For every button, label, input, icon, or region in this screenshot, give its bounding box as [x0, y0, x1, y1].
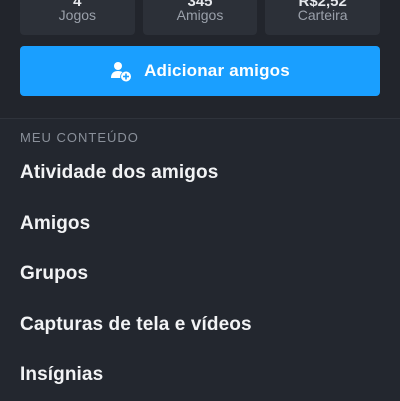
stat-games[interactable]: 4 Jogos [20, 0, 135, 35]
menu-item-screenshots-videos[interactable]: Capturas de tela e vídeos [0, 300, 400, 351]
stat-wallet[interactable]: R$2,52 Carteira [265, 0, 381, 35]
menu-item-label: Atividade dos amigos [20, 162, 219, 184]
menu-item-label: Insígnias [20, 364, 104, 386]
menu-item-groups[interactable]: Grupos [0, 249, 400, 300]
menu-item-friends[interactable]: Amigos [0, 199, 400, 250]
profile-summary: 4 Jogos 345 Amigos R$2,52 Carteira Adici… [0, 0, 400, 118]
section-header: MEU CONTEÚDO [20, 130, 139, 145]
section-divider [0, 118, 400, 119]
content-menu: Atividade dos amigos Amigos Grupos Captu… [0, 148, 400, 401]
stat-games-label: Jogos [58, 7, 97, 23]
stat-friends-label: Amigos [176, 7, 224, 23]
stats-row: 4 Jogos 345 Amigos R$2,52 Carteira [20, 0, 381, 35]
menu-item-label: Grupos [20, 263, 89, 285]
menu-item-label: Amigos [20, 212, 91, 234]
menu-item-label: Capturas de tela e vídeos [20, 313, 252, 335]
add-user-icon [110, 60, 132, 82]
menu-item-friends-activity[interactable]: Atividade dos amigos [0, 148, 400, 199]
stat-wallet-label: Carteira [297, 7, 348, 23]
stat-friends[interactable]: 345 Amigos [142, 0, 258, 35]
add-friends-label: Adicionar amigos [144, 61, 290, 80]
add-friends-button[interactable]: Adicionar amigos [20, 46, 380, 96]
menu-item-badges[interactable]: Insígnias [0, 350, 400, 401]
